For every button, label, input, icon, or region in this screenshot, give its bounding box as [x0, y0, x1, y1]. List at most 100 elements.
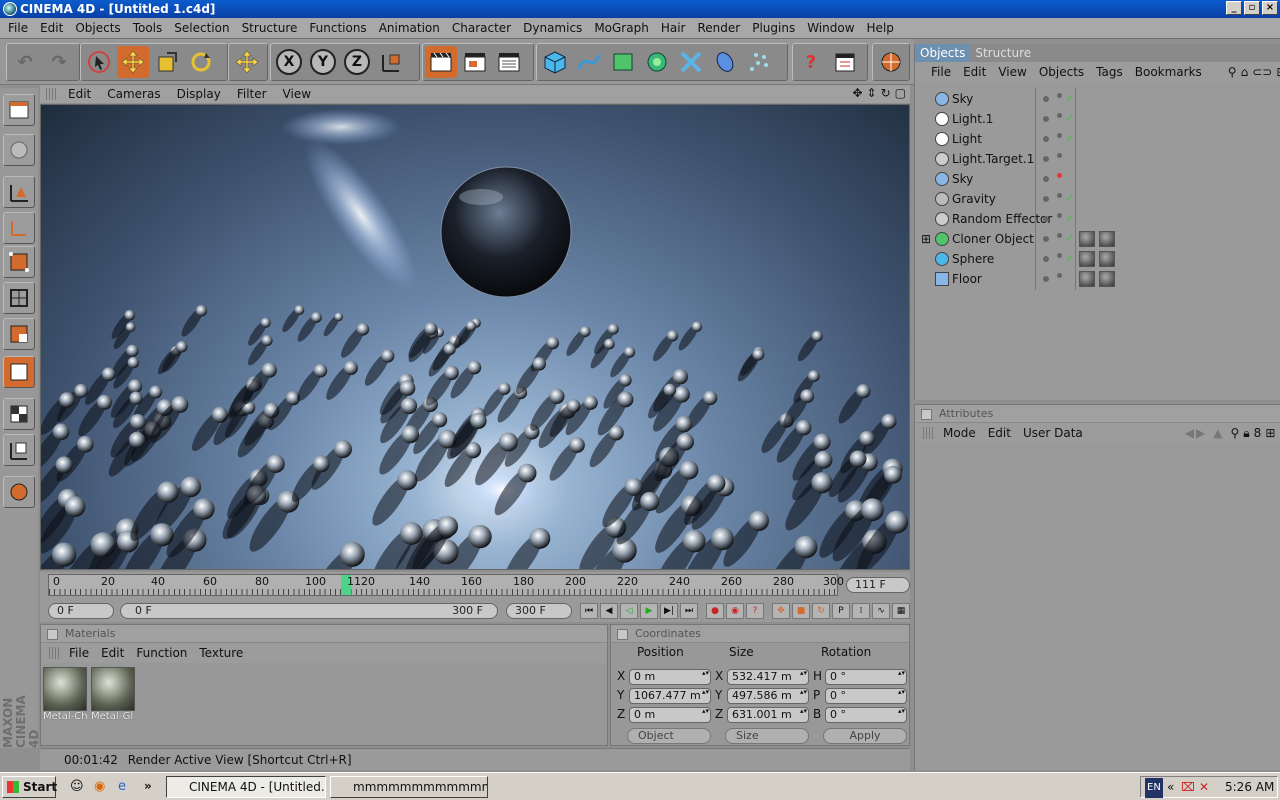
- globe-icon[interactable]: [875, 46, 907, 78]
- objects-menu-bookmarks[interactable]: Bookmarks: [1135, 65, 1202, 79]
- menu-file[interactable]: File: [4, 21, 36, 35]
- object-row[interactable]: Cloner Object ✓ ⊞: [917, 229, 1280, 249]
- object-name[interactable]: Floor: [952, 269, 982, 289]
- render-dot[interactable]: [1057, 113, 1062, 118]
- move-tool-icon[interactable]: [231, 46, 263, 78]
- menu-character[interactable]: Character: [448, 21, 519, 35]
- play-forward-icon[interactable]: ▶: [640, 603, 658, 619]
- quicklaunch-ie-icon[interactable]: e: [118, 779, 126, 794]
- render-dot[interactable]: [1057, 93, 1062, 98]
- back-arrow-icon[interactable]: ◀: [1185, 426, 1194, 440]
- layout-icon[interactable]: [3, 94, 35, 126]
- network-icon[interactable]: ⌧: [1181, 777, 1195, 797]
- rotation-h-field[interactable]: 0 °: [825, 669, 907, 685]
- size-z-field[interactable]: 631.001 m: [727, 707, 809, 723]
- object-row[interactable]: Random Effector ✓: [917, 209, 1280, 229]
- menu-tools[interactable]: Tools: [129, 21, 171, 35]
- rotation-b-field[interactable]: 0 °: [825, 707, 907, 723]
- objects-menu-edit[interactable]: Edit: [963, 65, 986, 79]
- object-name[interactable]: Sky: [952, 89, 973, 109]
- menu-functions[interactable]: Functions: [305, 21, 374, 35]
- calendar-icon[interactable]: [829, 46, 861, 78]
- material-tag-icon[interactable]: [1079, 271, 1095, 287]
- enabled-check-icon[interactable]: ✓: [1065, 109, 1074, 129]
- attributes-menu-mode[interactable]: Mode: [943, 426, 976, 440]
- enabled-check-icon[interactable]: ✓: [1065, 229, 1074, 249]
- object-name[interactable]: Light: [952, 129, 982, 149]
- menu-objects[interactable]: Objects: [71, 21, 128, 35]
- material-swatch[interactable]: Metal-Ch: [43, 667, 87, 723]
- object-row[interactable]: Sky ✓: [917, 89, 1280, 109]
- animation-mode-icon[interactable]: [3, 476, 35, 508]
- object-name[interactable]: Sphere: [952, 249, 994, 269]
- new-window-icon[interactable]: ⊞: [1276, 65, 1280, 79]
- menu-selection[interactable]: Selection: [170, 21, 237, 35]
- object-row[interactable]: Gravity ✓: [917, 189, 1280, 209]
- close-button[interactable]: ×: [1262, 1, 1278, 15]
- object-row[interactable]: Sky: [917, 169, 1280, 189]
- menu-edit[interactable]: Edit: [36, 21, 71, 35]
- enabled-check-icon[interactable]: ✓: [1065, 249, 1074, 269]
- polygons-mode-icon[interactable]: [3, 318, 35, 350]
- auto-key-icon[interactable]: ◉: [726, 603, 744, 619]
- edges-mode-icon[interactable]: [3, 282, 35, 314]
- object-axis-icon[interactable]: [3, 212, 35, 244]
- enabled-check-icon[interactable]: ✓: [1065, 89, 1074, 109]
- move-icon[interactable]: [117, 46, 149, 78]
- coordinate-mode-dropdown[interactable]: Object: [627, 728, 711, 744]
- home-icon[interactable]: ⌂: [1241, 65, 1249, 79]
- search-icon[interactable]: ⚲: [1230, 426, 1239, 440]
- visibility-dot[interactable]: [1043, 216, 1049, 222]
- objects-menu-file[interactable]: File: [931, 65, 951, 79]
- texture-tag-icon[interactable]: [1099, 271, 1115, 287]
- array-icon[interactable]: [641, 46, 673, 78]
- scheme-icon[interactable]: ▦: [892, 603, 910, 619]
- tab-objects[interactable]: Objects: [915, 44, 971, 62]
- keyframe-selection-icon[interactable]: ?: [746, 603, 764, 619]
- rotate-icon[interactable]: [185, 46, 217, 78]
- render-picture-viewer-icon[interactable]: [493, 46, 525, 78]
- viewport-menu-filter[interactable]: Filter: [237, 87, 267, 101]
- render-dot[interactable]: [1057, 253, 1062, 258]
- scale-icon[interactable]: [151, 46, 183, 78]
- lock-icon[interactable]: 🔒︎: [1243, 426, 1249, 441]
- viewport-rotate-icon[interactable]: ↻: [881, 86, 891, 100]
- render-dot[interactable]: [1057, 173, 1062, 178]
- previous-frame-icon[interactable]: ◀: [600, 603, 618, 619]
- z-axis-lock-icon[interactable]: Z: [341, 46, 373, 78]
- start-frame-field[interactable]: 0 F: [48, 603, 114, 619]
- render-dot[interactable]: [1057, 193, 1062, 198]
- texture-tag-icon[interactable]: [1099, 231, 1115, 247]
- points-mode-icon[interactable]: [3, 246, 35, 278]
- timeline-ruler[interactable]: 0 20 40 60 80 100 1120 140 160 180 200 2…: [48, 574, 844, 596]
- viewport-menu-edit[interactable]: Edit: [68, 87, 91, 101]
- model-mode-icon[interactable]: [3, 134, 35, 166]
- visibility-dot[interactable]: [1043, 236, 1049, 242]
- uv-mode-icon[interactable]: [3, 356, 35, 388]
- materials-menu-texture[interactable]: Texture: [199, 646, 243, 660]
- go-to-start-icon[interactable]: ⏮: [580, 603, 598, 619]
- object-name[interactable]: Gravity: [952, 189, 996, 209]
- objects-menu-view[interactable]: View: [998, 65, 1026, 79]
- object-name[interactable]: Light.Target.1: [952, 149, 1034, 169]
- viewport-menu-cameras[interactable]: Cameras: [107, 87, 160, 101]
- interpolation-icon[interactable]: ∿: [872, 603, 890, 619]
- material-swatch[interactable]: Metal-Gl: [91, 667, 135, 723]
- menu-window[interactable]: Window: [803, 21, 862, 35]
- minimize-button[interactable]: _: [1226, 1, 1242, 15]
- object-row[interactable]: Light ✓: [917, 129, 1280, 149]
- render-dot[interactable]: [1057, 213, 1062, 218]
- language-indicator[interactable]: EN: [1145, 778, 1163, 798]
- viewport-menu-display[interactable]: Display: [177, 87, 221, 101]
- visibility-dot[interactable]: [1043, 116, 1049, 122]
- viewport-maximize-icon[interactable]: ▢: [895, 86, 906, 100]
- visibility-dot[interactable]: [1043, 136, 1049, 142]
- pin-icon[interactable]: 8: [1254, 426, 1262, 440]
- current-frame-field[interactable]: 111 F: [846, 577, 910, 593]
- size-x-field[interactable]: 532.417 m: [727, 669, 809, 685]
- coordinate-system-icon[interactable]: [375, 46, 407, 78]
- object-name[interactable]: Cloner Object: [952, 229, 1034, 249]
- render-region-icon[interactable]: [459, 46, 491, 78]
- go-to-end-icon[interactable]: ⏭: [680, 603, 698, 619]
- render-dot[interactable]: [1057, 233, 1062, 238]
